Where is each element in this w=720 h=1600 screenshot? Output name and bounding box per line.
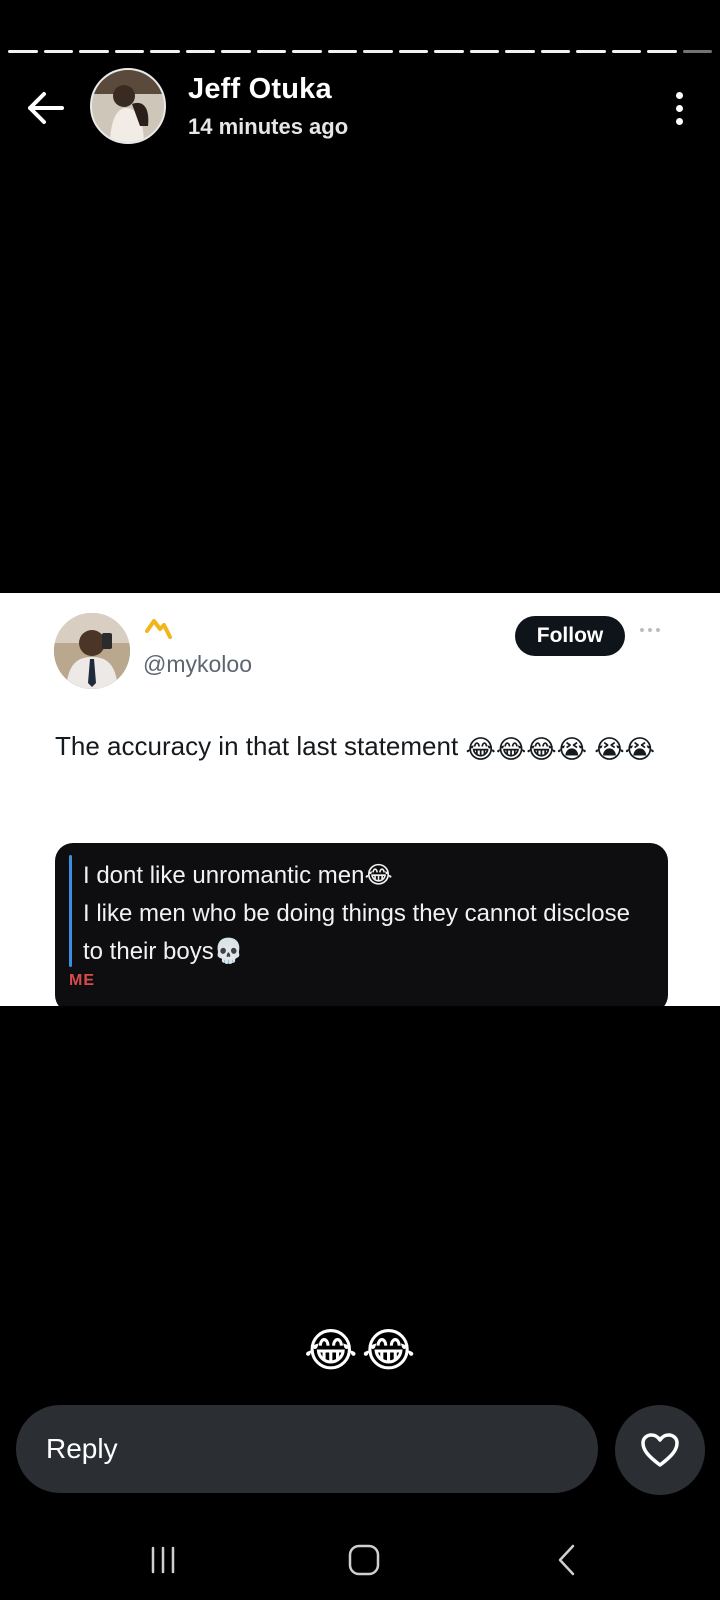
- laughing-emoji: 😂: [304, 1324, 358, 1376]
- story-caption-emojis: 😂 😂: [304, 1322, 416, 1378]
- back-button[interactable]: [24, 86, 68, 130]
- quote-sender-label: ME: [69, 972, 95, 989]
- tweet-more-icon: [640, 623, 666, 637]
- more-options-button[interactable]: [664, 86, 694, 130]
- tweet-avatar: [54, 613, 130, 689]
- progress-segment: [150, 50, 180, 53]
- crown-mark-icon: [145, 619, 172, 639]
- tweet-emoji: 😭: [556, 734, 587, 764]
- progress-segment: [398, 50, 428, 53]
- progress-segment: [540, 50, 570, 53]
- quote-line: I like men who be doing things they cann…: [83, 900, 630, 965]
- quote-accent-bar: [69, 855, 72, 967]
- tweet-emoji: 😭: [594, 734, 625, 764]
- home-icon: [348, 1544, 380, 1576]
- progress-segment: [43, 50, 73, 53]
- recents-button[interactable]: [141, 1538, 185, 1582]
- tweet-emoji: 😂: [495, 734, 527, 764]
- system-nav-bar: [0, 1520, 720, 1600]
- more-vertical-icon: [675, 91, 683, 99]
- progress-segment: [327, 50, 357, 53]
- quoted-message: I dont like unromantic men😂 I like men w…: [55, 843, 668, 1006]
- progress-segment: [469, 50, 499, 53]
- follow-button: Follow: [515, 616, 625, 656]
- progress-segment: [185, 50, 215, 53]
- progress-segment: [8, 50, 38, 53]
- tweet-emoji: 😂: [465, 734, 496, 764]
- story-progress-bar: [8, 50, 712, 54]
- progress-segment: [505, 50, 535, 53]
- tweet-text: The accuracy in that last statement 😂😂😂😭…: [55, 727, 675, 765]
- reply-placeholder: Reply: [46, 1433, 118, 1464]
- nav-back-button[interactable]: [545, 1538, 589, 1582]
- progress-segment: [256, 50, 286, 53]
- avatar-photo: [92, 70, 164, 142]
- tweet-handle: @mykoloo: [143, 651, 252, 677]
- tweet-emoji: 😭: [624, 734, 656, 764]
- progress-segment: [434, 50, 464, 53]
- progress-segment: [363, 50, 393, 53]
- like-button[interactable]: [615, 1405, 705, 1495]
- progress-segment: [611, 50, 641, 53]
- story-timestamp: 14 minutes ago: [188, 114, 349, 139]
- avatar[interactable]: [90, 68, 166, 144]
- laughing-emoji: 😂: [361, 1324, 416, 1376]
- progress-segment: [576, 50, 606, 53]
- progress-segment: [292, 50, 322, 53]
- reply-input[interactable]: Reply: [16, 1405, 598, 1493]
- quote-line: I dont like unromantic men😂: [83, 862, 393, 889]
- recents-icon: [151, 1546, 175, 1574]
- arrow-left-icon: [28, 92, 64, 124]
- tweet-body: The accuracy in that last statement: [55, 731, 459, 761]
- home-button[interactable]: [342, 1538, 386, 1582]
- story-image: @mykoloo Follow The accuracy in that las…: [0, 593, 720, 1006]
- progress-segment: [221, 50, 251, 53]
- progress-segment: [682, 50, 712, 53]
- heart-icon: [641, 1433, 679, 1467]
- chevron-left-icon: [558, 1544, 575, 1576]
- quote-text: I dont like unromantic men😂 I like men w…: [83, 857, 653, 971]
- progress-segment: [114, 50, 144, 53]
- progress-segment: [79, 50, 109, 53]
- progress-segment: [647, 50, 677, 53]
- story-user-name[interactable]: Jeff Otuka: [188, 73, 332, 106]
- tweet-emoji: 😂: [526, 734, 557, 764]
